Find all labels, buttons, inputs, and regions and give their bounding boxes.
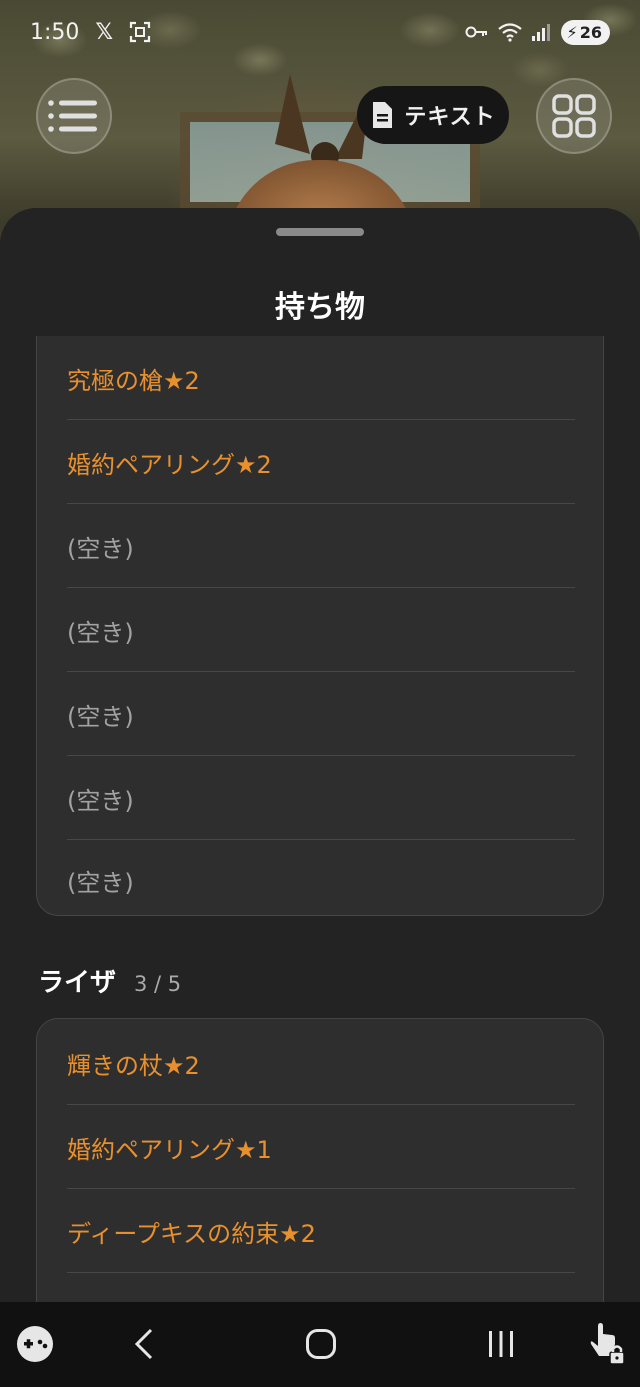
status-time: 1:50 <box>30 19 80 45</box>
list-item-empty[interactable]: (空き) <box>67 672 575 756</box>
text-button-label: テキスト <box>404 105 496 130</box>
home-button[interactable] <box>298 1320 344 1368</box>
item-label: (空き) <box>67 786 134 815</box>
item-label: 輝きの杖★2 <box>67 1051 200 1080</box>
back-icon <box>134 1328 153 1360</box>
inventory-sheet: 持ち物 究極の槍★2 婚約ペアリング★2 (空き) (空き) (空き) (空き)… <box>0 208 640 1308</box>
menu-button[interactable] <box>36 78 112 154</box>
touch-lock-button[interactable] <box>584 1320 628 1368</box>
battery-indicator: ⚡ 26 <box>560 19 610 45</box>
key-icon <box>465 26 487 38</box>
list-item-empty[interactable]: (空き) <box>67 504 575 588</box>
item-label: 婚約ペアリング★2 <box>67 450 272 479</box>
character-name: ライザ <box>38 968 117 998</box>
item-label: 婚約ペアリング★1 <box>67 1135 272 1164</box>
list-item-empty[interactable]: (空き) <box>67 756 575 840</box>
menu-icon <box>48 100 97 132</box>
item-label: (空き) <box>67 702 134 731</box>
list-item[interactable]: ディープキスの約束★2 <box>67 1189 575 1273</box>
status-bar: 1:50 𝕏 ⚡ 26 <box>0 0 640 64</box>
list-item[interactable]: 輝きの杖★2 <box>67 1021 575 1105</box>
home-icon <box>306 1329 336 1359</box>
wifi-icon <box>497 23 522 42</box>
item-label: (空き) <box>67 618 134 647</box>
gamepad-icon <box>17 1326 53 1362</box>
game-tools-button[interactable] <box>14 1320 56 1368</box>
sheet-drag-handle[interactable] <box>276 228 364 236</box>
list-item-empty[interactable]: (空き) <box>67 588 575 672</box>
list-item-empty[interactable]: (空き) <box>67 838 575 922</box>
list-item[interactable]: 婚約ペアリング★1 <box>67 1105 575 1189</box>
item-list-card: 輝きの杖★2 婚約ペアリング★1 ディープキスの約束★2 (空き) <box>36 1018 604 1308</box>
list-item[interactable]: 婚約ペアリング★2 <box>67 420 575 504</box>
charging-icon: ⚡ <box>566 22 578 42</box>
item-label: ディープキスの約束★2 <box>67 1219 316 1248</box>
signal-icon <box>531 24 550 41</box>
touch-lock-icon <box>590 1323 625 1365</box>
grid-icon <box>552 94 596 138</box>
x-logo-icon: 𝕏 <box>95 19 114 45</box>
list-item[interactable]: 究極の槍★2 <box>67 336 575 420</box>
document-icon <box>373 102 393 128</box>
item-label: (空き) <box>67 868 134 897</box>
screenshot-icon <box>130 21 151 43</box>
item-label: (空き) <box>67 534 134 563</box>
recents-button[interactable] <box>478 1320 524 1368</box>
item-label: 究極の槍★2 <box>67 366 200 395</box>
battery-level: 26 <box>579 22 602 42</box>
slot-count: 3 / 5 <box>134 972 182 996</box>
navigation-bar <box>0 1302 640 1387</box>
item-list-card: 究極の槍★2 婚約ペアリング★2 (空き) (空き) (空き) (空き) (空き… <box>36 336 604 916</box>
grid-button[interactable] <box>536 78 612 154</box>
text-button[interactable]: テキスト <box>357 86 509 144</box>
recents-icon <box>489 1331 513 1357</box>
sheet-title: 持ち物 <box>275 290 365 325</box>
back-button[interactable] <box>122 1320 166 1368</box>
section-header: ライザ 3 / 5 <box>38 962 181 999</box>
